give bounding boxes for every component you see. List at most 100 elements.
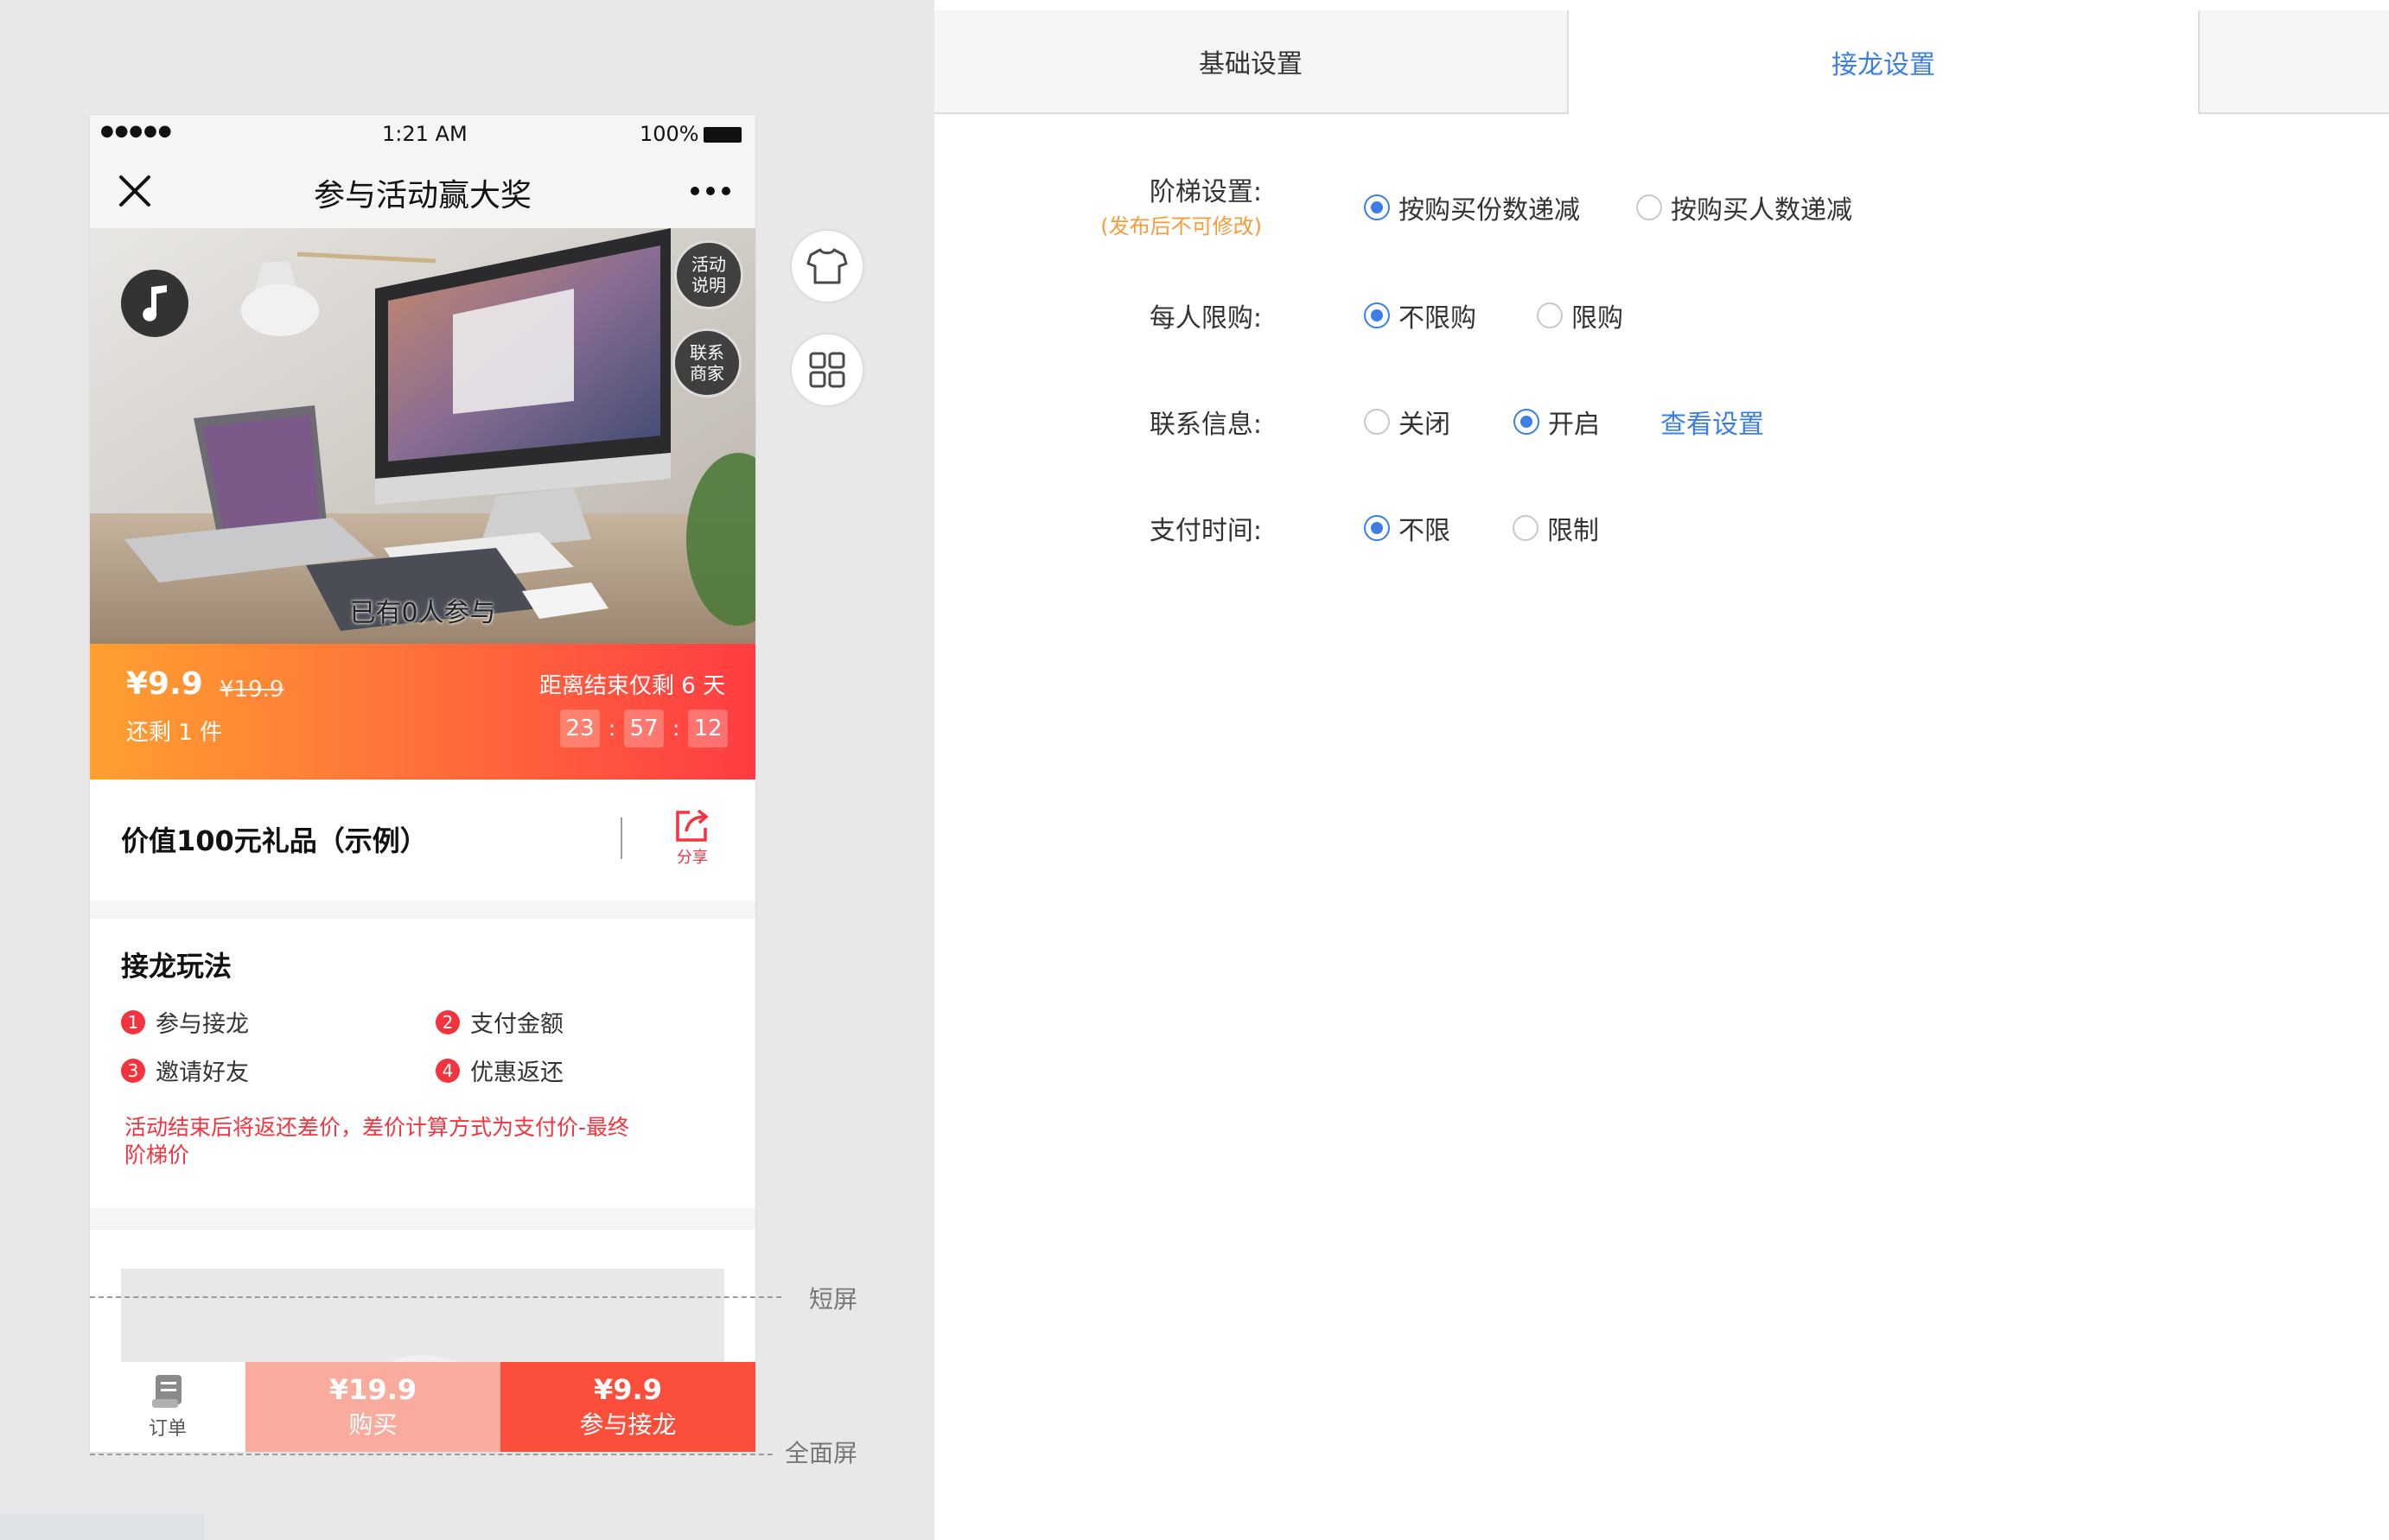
full-screen-label: 全面屏 xyxy=(785,1439,858,1467)
step-label: 优惠返还 xyxy=(470,1060,564,1086)
rule-step: 1 参与接龙 xyxy=(121,1005,249,1039)
product-title: 价值100元礼品（示例） xyxy=(121,824,428,857)
tier-option-people[interactable]: 按购买人数递减 xyxy=(1636,188,1852,226)
countdown-seconds: 12 xyxy=(688,710,729,748)
pay-time-option-unlimited[interactable]: 不限 xyxy=(1364,509,1450,547)
step-label: 参与接龙 xyxy=(156,1011,249,1038)
tab-empty xyxy=(2200,10,2389,114)
hero-image: 活动 说明 联系 商家 已有0人参与 xyxy=(90,228,755,644)
battery-level: 100% xyxy=(640,122,699,146)
radio-selected[interactable] xyxy=(1364,302,1390,328)
join-price: ¥9.9 xyxy=(594,1373,662,1406)
limit-option-unlimited[interactable]: 不限购 xyxy=(1364,296,1476,334)
pay-time-label: 支付时间: xyxy=(1149,516,1262,546)
join-label: 参与接龙 xyxy=(579,1410,677,1439)
step-number: 4 xyxy=(436,1058,460,1083)
radio-unselected[interactable] xyxy=(1636,194,1662,220)
theme-button[interactable] xyxy=(792,231,863,302)
rules-card: 接龙玩法 1 参与接龙 2 支付金额 3 邀请好友 4 优惠返还 活动结束后将返… xyxy=(90,919,755,1208)
rule-step: 2 支付金额 xyxy=(436,1005,564,1039)
product-title-card: 价值100元礼品（示例） 分享 xyxy=(90,780,755,900)
participants-count: 已有0人参与 xyxy=(349,598,496,628)
radio-unselected[interactable] xyxy=(1537,302,1563,328)
contact-merchant-badge[interactable]: 联系 商家 xyxy=(672,328,742,398)
step-label: 邀请好友 xyxy=(156,1060,249,1086)
radio-label: 关闭 xyxy=(1398,410,1450,440)
badge-activity-line1: 活动 xyxy=(691,254,726,275)
price-bar: ¥9.9 ¥19.9 还剩 1 件 距离结束仅剩 6 天 23 : 57 : 1… xyxy=(90,644,755,780)
layout-button[interactable] xyxy=(792,334,863,405)
limit-option-limited[interactable]: 限购 xyxy=(1537,296,1623,334)
radio-selected[interactable] xyxy=(1513,409,1539,435)
step-number: 1 xyxy=(121,1009,145,1034)
tier-option-quantity[interactable]: 按购买份数递减 xyxy=(1364,188,1580,226)
countdown-sep: : xyxy=(608,716,616,741)
countdown-sep: : xyxy=(672,716,680,741)
nav-title: 参与活动赢大奖 xyxy=(313,178,532,213)
status-bar: ●●●●● 1:21 AM 100% xyxy=(90,115,755,153)
badge-contact-line2: 商家 xyxy=(690,363,724,384)
radio-label: 按购买份数递减 xyxy=(1398,195,1580,226)
contact-label: 联系信息: xyxy=(1149,410,1262,440)
grid-icon xyxy=(809,352,845,388)
tab-basic-settings[interactable]: 基础设置 xyxy=(934,10,1569,114)
music-icon[interactable] xyxy=(121,270,188,337)
share-label: 分享 xyxy=(677,849,708,867)
buy-price: ¥19.9 xyxy=(328,1373,417,1406)
contact-option-off[interactable]: 关闭 xyxy=(1364,403,1450,441)
note-glyph-icon xyxy=(143,285,167,321)
shirt-icon xyxy=(806,248,848,284)
limit-label: 每人限购: xyxy=(1149,303,1262,334)
radio-label: 限制 xyxy=(1547,516,1599,546)
short-screen-label: 短屏 xyxy=(809,1285,858,1314)
badge-activity-line2: 说明 xyxy=(691,275,726,296)
desk-scene-image xyxy=(90,228,755,644)
title-divider xyxy=(621,818,622,859)
rule-step: 4 优惠返还 xyxy=(436,1053,564,1087)
current-price: ¥9.9 xyxy=(126,666,203,702)
bottom-action-bar: 订单 ¥19.9 购买 ¥9.9 参与接龙 xyxy=(90,1362,755,1452)
rules-heading: 接龙玩法 xyxy=(121,950,233,983)
phone-preview: ●●●●● 1:21 AM 100% 参与活动赢大奖 活动 说明 联系 商家 已… xyxy=(90,115,755,1452)
share-icon xyxy=(676,809,709,842)
radio-unselected[interactable] xyxy=(1364,409,1390,435)
join-button[interactable]: ¥9.9 参与接龙 xyxy=(500,1362,755,1452)
signal-icon: ●●●●● xyxy=(100,122,173,140)
buy-label: 购买 xyxy=(348,1410,398,1439)
radio-label: 不限 xyxy=(1398,516,1450,546)
orders-icon xyxy=(152,1375,182,1408)
rules-note: 活动结束后将返还差价，差价计算方式为支付价-最终 阶梯价 xyxy=(124,1114,729,1169)
countdown-hours: 23 xyxy=(560,710,600,748)
radio-unselected[interactable] xyxy=(1513,515,1539,541)
rules-note-line: 活动结束后将返还差价，差价计算方式为支付价-最终 xyxy=(124,1115,630,1140)
full-screen-guide xyxy=(90,1454,773,1455)
more-icon[interactable] xyxy=(690,184,731,198)
orders-button[interactable]: 订单 xyxy=(90,1362,245,1452)
radio-selected[interactable] xyxy=(1364,515,1390,541)
radio-selected[interactable] xyxy=(1364,194,1390,220)
radio-label: 开启 xyxy=(1548,410,1600,440)
countdown-label: 距离结束仅剩 6 天 xyxy=(539,673,726,699)
badge-contact-line1: 联系 xyxy=(690,342,724,363)
step-number: 3 xyxy=(121,1058,145,1083)
step-label: 支付金额 xyxy=(470,1011,564,1038)
share-button[interactable]: 分享 xyxy=(660,805,724,868)
step-number: 2 xyxy=(436,1009,460,1034)
countdown-timer: 23 : 57 : 12 xyxy=(560,710,729,748)
original-price: ¥19.9 xyxy=(220,677,284,703)
battery-icon xyxy=(704,127,742,143)
view-settings-link[interactable]: 查看设置 xyxy=(1660,403,1764,441)
rule-step: 3 邀请好友 xyxy=(121,1053,249,1087)
short-screen-guide xyxy=(90,1296,781,1298)
activity-info-badge[interactable]: 活动 说明 xyxy=(674,240,743,309)
contact-option-on[interactable]: 开启 xyxy=(1513,403,1600,441)
pay-time-option-limited[interactable]: 限制 xyxy=(1513,509,1599,547)
tab-relay-settings[interactable]: 接龙设置 xyxy=(1569,10,2200,114)
rules-note-line: 阶梯价 xyxy=(124,1142,190,1168)
buy-button[interactable]: ¥19.9 购买 xyxy=(245,1362,500,1452)
countdown-minutes: 57 xyxy=(624,710,665,748)
nav-bar: 参与活动赢大奖 xyxy=(90,153,755,228)
stock-remaining: 还剩 1 件 xyxy=(126,720,223,746)
status-time: 1:21 AM xyxy=(382,122,468,146)
radio-label: 限购 xyxy=(1571,303,1623,334)
